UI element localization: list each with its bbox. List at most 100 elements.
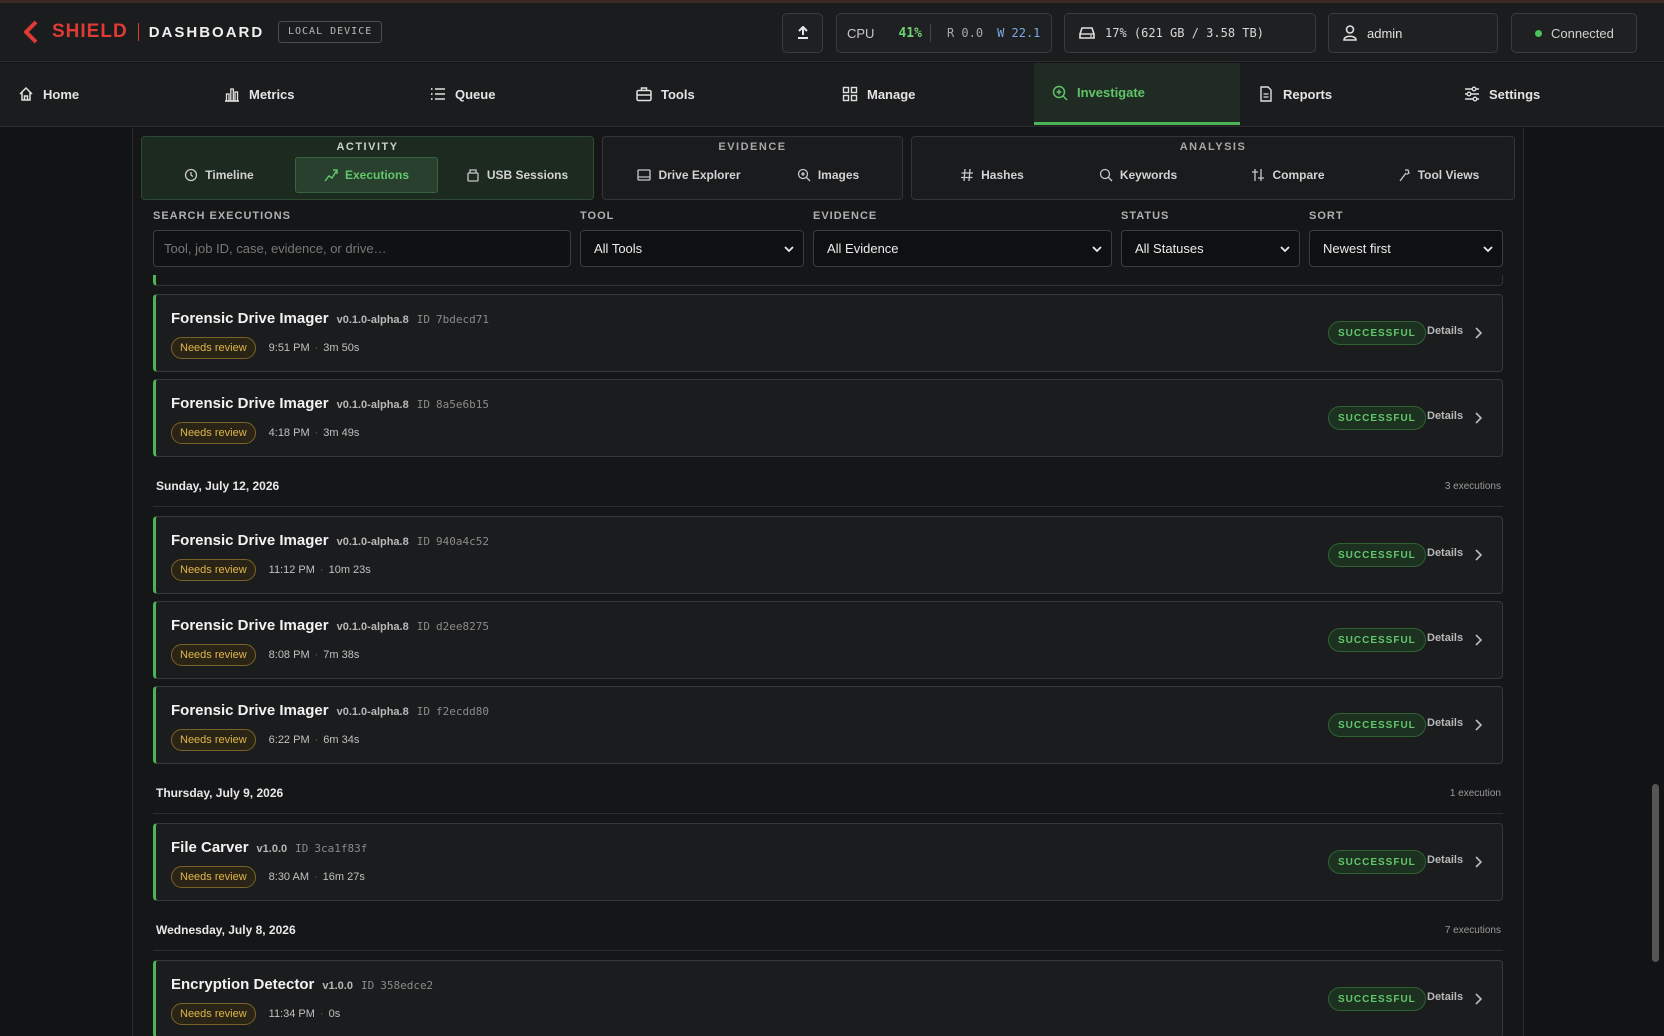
job-id: d2ee8275 — [435, 620, 489, 633]
disk-read-rate: R 0.0 — [946, 26, 984, 40]
tool-filter-value: All Tools — [594, 241, 643, 256]
tool-name: Forensic Drive Imager — [171, 532, 329, 549]
subnav-images[interactable]: Images — [783, 157, 873, 193]
subnav-compare[interactable]: Compare — [1238, 157, 1338, 193]
chevron-right-icon[interactable] — [1474, 856, 1482, 868]
meta-separator: · — [314, 871, 318, 883]
chevron-right-icon[interactable] — [1474, 634, 1482, 646]
execution-row[interactable]: Forensic Drive Imager v0.1.0-alpha.8 ID … — [153, 294, 1503, 372]
nav-tools[interactable]: Tools — [618, 63, 824, 125]
execution-title: File Carver v1.0.0 ID 3ca1f83f — [171, 839, 367, 856]
details-link[interactable]: Details — [1427, 632, 1463, 644]
chevron-right-icon[interactable] — [1474, 549, 1482, 561]
subnav-usb-sessions[interactable]: USB Sessions — [447, 157, 587, 193]
needs-review-badge: Needs review — [171, 1003, 256, 1025]
compare-icon — [1252, 169, 1265, 181]
nav-tools-label: Tools — [661, 86, 695, 102]
execution-row[interactable]: File Carver v1.0.0 ID 3ca1f83f Needs rev… — [153, 823, 1503, 901]
tool-name: Encryption Detector — [171, 976, 315, 993]
date-group-count: 1 execution — [1449, 788, 1501, 799]
job-id: 3ca1f83f — [314, 842, 368, 855]
chevron-down-icon — [1280, 246, 1290, 253]
needs-review-badge: Needs review — [171, 422, 256, 444]
sliders-icon — [1465, 86, 1479, 102]
execution-duration: 16m 27s — [322, 871, 365, 883]
execution-duration: 7m 38s — [323, 649, 360, 661]
nav-queue-label: Queue — [455, 86, 496, 102]
subnav-hashes[interactable]: Hashes — [942, 157, 1042, 193]
date-group-divider — [153, 813, 1503, 814]
details-link[interactable]: Details — [1427, 991, 1463, 1003]
details-link[interactable]: Details — [1427, 854, 1463, 866]
chevron-right-icon[interactable] — [1474, 719, 1482, 731]
subnav-timeline[interactable]: Timeline — [152, 157, 286, 193]
details-link[interactable]: Details — [1427, 717, 1463, 729]
tool-filter-select[interactable]: All Tools — [580, 230, 804, 267]
tool-version: v0.1.0-alpha.8 — [336, 399, 409, 411]
user-menu[interactable]: admin — [1328, 13, 1498, 53]
nav-home[interactable]: Home — [0, 63, 206, 125]
subnav-drive-explorer[interactable]: Drive Explorer — [617, 157, 761, 193]
execution-row[interactable]: Forensic Drive Imager v0.1.0-alpha.8 ID … — [153, 686, 1503, 764]
chevron-right-icon[interactable] — [1474, 327, 1482, 339]
subnav-tool-views[interactable]: Tool Views — [1386, 157, 1490, 193]
subnav-keywords[interactable]: Keywords — [1088, 157, 1188, 193]
execution-row[interactable]: Encryption Detector v1.0.0 ID 358edce2 N… — [153, 960, 1503, 1036]
nav-reports[interactable]: Reports — [1240, 63, 1446, 125]
needs-review-badge: Needs review — [171, 337, 256, 359]
details-link[interactable]: Details — [1427, 325, 1463, 337]
status-badge: SUCCESSFUL — [1328, 628, 1426, 652]
job-id: 358edce2 — [380, 979, 434, 992]
brand-logo[interactable]: SHIELD DASHBOARD — [22, 20, 264, 44]
subnav-executions[interactable]: Executions — [295, 157, 438, 193]
chevron-right-icon[interactable] — [1474, 993, 1482, 1005]
id-label: ID — [416, 313, 430, 326]
execution-row[interactable]: Forensic Drive Imager v0.1.0-alpha.8 ID … — [153, 379, 1503, 457]
cpu-monitor: CPU 41% R 0.0 W 22.1 — [836, 13, 1052, 53]
brand-divider — [137, 23, 139, 41]
needs-review-badge: Needs review — [171, 866, 256, 888]
wrench-icon — [1399, 169, 1410, 182]
upload-icon — [797, 26, 808, 39]
execution-row[interactable]: Forensic Drive Imager v0.1.0-alpha.8 ID … — [153, 601, 1503, 679]
subnav-activity: ACTIVITY Timeline Executions USB Session… — [141, 136, 594, 200]
date-group-divider — [153, 506, 1503, 507]
nav-metrics[interactable]: Metrics — [206, 63, 412, 125]
evidence-filter-select[interactable]: All Evidence — [813, 230, 1112, 267]
subnav-images-label: Images — [817, 168, 860, 182]
status-filter-select[interactable]: All Statuses — [1121, 230, 1300, 267]
nav-settings[interactable]: Settings — [1446, 63, 1652, 125]
meta-separator: · — [319, 1008, 324, 1020]
zoom-icon — [797, 168, 811, 182]
connection-status: Connected — [1511, 13, 1637, 53]
upload-button[interactable] — [782, 13, 823, 53]
job-id: 940a4c52 — [435, 535, 489, 548]
scrollbar-thumb[interactable] — [1652, 784, 1659, 962]
grid-icon — [842, 86, 858, 102]
execution-meta: Needs review 11:12 PM · 10m 23s — [171, 559, 371, 581]
execution-time: 11:34 PM — [268, 1008, 315, 1020]
subnav-analysis: ANALYSIS Hashes Keywords Compare Tool Vi… — [911, 136, 1515, 200]
nav-investigate[interactable]: Investigate — [1034, 63, 1240, 125]
nav-manage[interactable]: Manage — [824, 63, 1030, 125]
meta-separator: · — [319, 564, 324, 576]
status-badge: SUCCESSFUL — [1328, 543, 1426, 567]
subnav-usb-sessions-label: USB Sessions — [486, 168, 569, 182]
nav-reports-label: Reports — [1283, 86, 1333, 102]
sort-value: Newest first — [1323, 241, 1391, 256]
status-badge: SUCCESSFUL — [1328, 987, 1426, 1011]
main-nav: Home Metrics Queue Tools Manage Investig… — [0, 63, 1664, 127]
tool-version: v1.0.0 — [256, 843, 288, 855]
execution-row[interactable]: Forensic Drive Imager v0.1.0-alpha.8 ID … — [153, 516, 1503, 594]
execution-title: Forensic Drive Imager v0.1.0-alpha.8 ID … — [171, 310, 489, 327]
search-icon — [1099, 168, 1113, 182]
details-link[interactable]: Details — [1427, 410, 1463, 422]
date-group-count: 3 executions — [1444, 481, 1501, 492]
device-badge: LOCAL DEVICE — [278, 21, 383, 43]
execution-time: 9:51 PM — [268, 342, 310, 354]
chevron-right-icon[interactable] — [1474, 412, 1482, 424]
search-input[interactable]: Tool, job ID, case, evidence, or drive… — [153, 230, 571, 267]
sort-select[interactable]: Newest first — [1309, 230, 1503, 267]
details-link[interactable]: Details — [1427, 547, 1463, 559]
nav-queue[interactable]: Queue — [412, 63, 618, 125]
